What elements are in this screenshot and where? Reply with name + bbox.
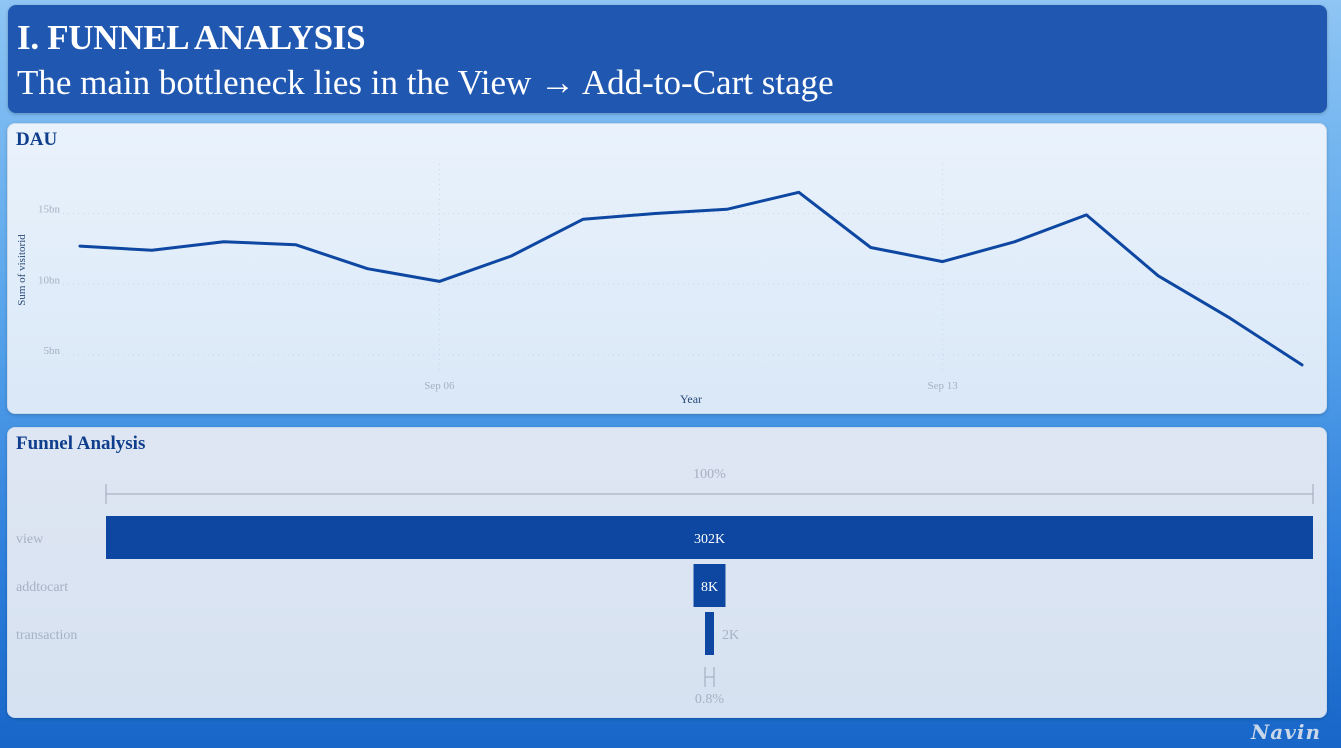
funnel-chart-panel[interactable]: Funnel Analysis 100% view 302K addtocart 8K t… bbox=[7, 427, 1327, 718]
funnel-category-label: transaction bbox=[16, 628, 77, 643]
funnel-category-label: view bbox=[16, 532, 44, 547]
funnel-bar-chart[interactable]: 100% view 302K addtocart 8K transaction 2K 0.8% bbox=[8, 428, 1326, 717]
funnel-bar-transaction bbox=[705, 612, 714, 655]
page-header: I. FUNNEL ANALYSIS The main bottleneck l… bbox=[8, 5, 1327, 113]
funnel-category-label: addtocart bbox=[16, 580, 68, 595]
funnel-value-label: 302K bbox=[694, 532, 725, 547]
y-tick-label: 10bn bbox=[38, 274, 61, 286]
funnel-top-percent-label: 100% bbox=[693, 467, 726, 482]
y-tick-label: 15bn bbox=[38, 204, 61, 216]
page-subtitle: The main bottleneck lies in the View → A… bbox=[17, 63, 834, 102]
x-tick-label: Sep 13 bbox=[927, 380, 958, 392]
x-tick-label: Sep 06 bbox=[424, 380, 455, 392]
funnel-bottom-percent-label: 0.8% bbox=[695, 692, 725, 707]
funnel-value-label: 8K bbox=[701, 580, 718, 595]
dau-line-chart[interactable]: 5bn 10bn 15bn Sep 06 Sep 13 Year Sum of visito… bbox=[8, 124, 1326, 413]
y-axis-title: Sum of visitorid bbox=[16, 234, 28, 306]
funnel-value-label: 2K bbox=[722, 628, 739, 643]
dau-series-line bbox=[78, 190, 1304, 367]
x-axis-title: Year bbox=[680, 392, 702, 406]
author-signature: Navin bbox=[1251, 720, 1321, 744]
dau-chart-panel[interactable]: DAU 5bn 10bn 15bn Sep 06 Sep 13 Year Sum of vi… bbox=[7, 123, 1327, 414]
y-tick-label: 5bn bbox=[44, 345, 61, 357]
page-title: I. FUNNEL ANALYSIS bbox=[17, 18, 366, 57]
